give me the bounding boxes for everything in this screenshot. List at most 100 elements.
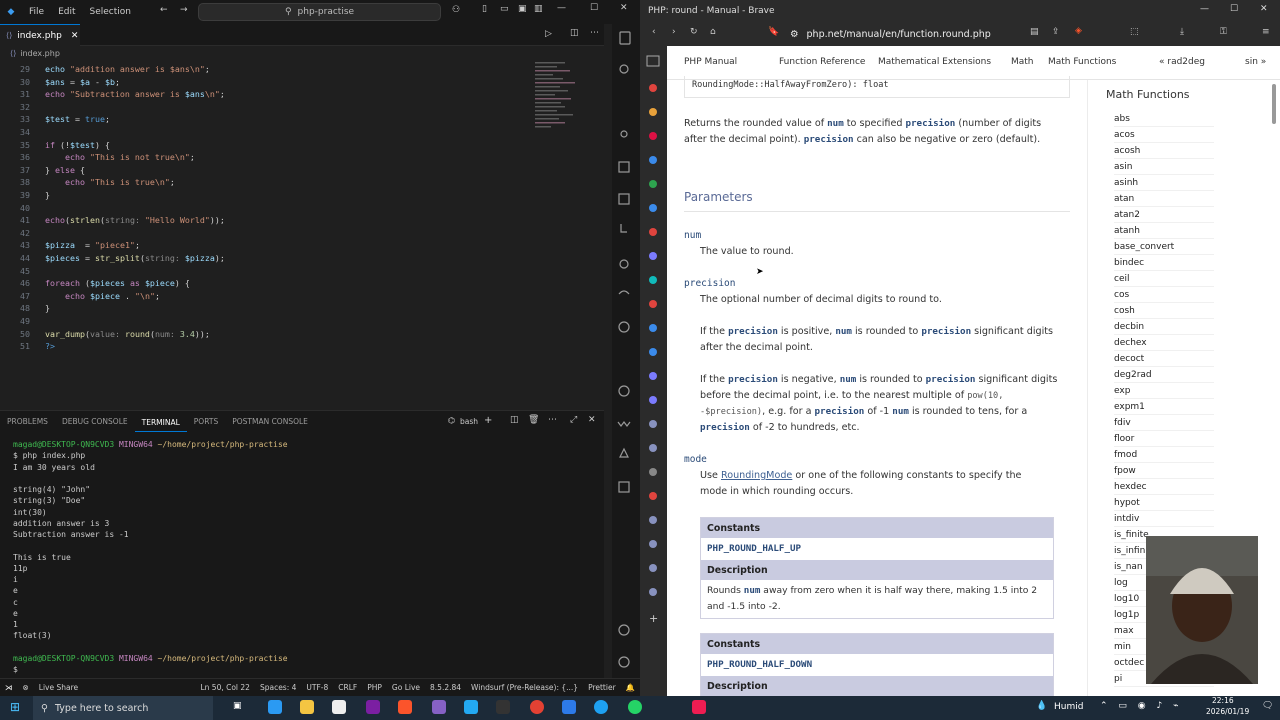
- chrome-icon[interactable]: [530, 700, 544, 714]
- go-live[interactable]: Go Live: [387, 683, 425, 692]
- sidebar-function-link[interactable]: bindec: [1114, 255, 1214, 271]
- terminal-output[interactable]: magad@DESKTOP-QN9CVD3 MINGW64 ~/home/pro…: [13, 439, 593, 675]
- sidebar-function-link[interactable]: atanh: [1114, 223, 1214, 239]
- sidebar-function-link[interactable]: hypot: [1114, 495, 1214, 511]
- notifications-icon[interactable]: 🗨: [1262, 701, 1273, 711]
- maximize-icon[interactable]: ☐: [590, 3, 598, 13]
- sidebar-function-link[interactable]: decoct: [1114, 351, 1214, 367]
- taskbar-search[interactable]: ⚲ Type here to search: [33, 696, 213, 720]
- tab-ports[interactable]: PORTS: [187, 411, 225, 433]
- weather-icon[interactable]: 💧: [1036, 701, 1047, 711]
- back-arrow-icon[interactable]: ←: [160, 5, 168, 15]
- more-actions-icon[interactable]: ⋯: [590, 28, 599, 38]
- sidebar-function-link[interactable]: cosh: [1114, 303, 1214, 319]
- extensions-icon[interactable]: ⬚: [1130, 27, 1139, 37]
- reload-icon[interactable]: ↻: [690, 27, 698, 37]
- minimize-icon[interactable]: —: [1200, 4, 1209, 14]
- app-icon[interactable]: [594, 700, 608, 714]
- address-bar[interactable]: ⚙ php.net/manual/en/function.round.php: [790, 24, 1040, 44]
- sidebar-function-link[interactable]: deg2rad: [1114, 367, 1214, 383]
- wallet-icon[interactable]: ⚿: [1220, 27, 1227, 37]
- code-line[interactable]: echo "This is not true\n";: [45, 152, 195, 162]
- code-line[interactable]: var_dump(value: round(num: 3.4));: [45, 329, 210, 339]
- code-line[interactable]: }: [45, 190, 50, 200]
- whatsapp-icon[interactable]: [628, 700, 642, 714]
- brave-shields-icon[interactable]: ◈: [1075, 26, 1082, 36]
- language-mode[interactable]: PHP: [362, 683, 387, 692]
- sidebar-function-link[interactable]: acos: [1114, 127, 1214, 143]
- rounding-mode-link[interactable]: RoundingMode: [721, 470, 792, 481]
- tab-terminal[interactable]: TERMINAL: [134, 412, 187, 432]
- live-share-status[interactable]: Live Share: [34, 683, 83, 692]
- code-line[interactable]: echo(strlen(string: "Hello World"));: [45, 215, 225, 225]
- code-line[interactable]: echo "This is true\n";: [45, 177, 175, 187]
- nav-prev[interactable]: « rad2deg: [1159, 57, 1205, 67]
- tab-index-php[interactable]: ⟨⟩ index.php ✕: [0, 24, 80, 46]
- vscode-icon[interactable]: [464, 700, 478, 714]
- sidebar-function-link[interactable]: intdiv: [1114, 511, 1214, 527]
- app-icon[interactable]: [268, 700, 282, 714]
- sidebar-function-link[interactable]: fpow: [1114, 463, 1214, 479]
- sidebar-function-link[interactable]: base_convert: [1114, 239, 1214, 255]
- sidebar-function-link[interactable]: exp: [1114, 383, 1214, 399]
- layout-sidebar-icon[interactable]: ▯: [482, 4, 487, 14]
- layout-panel-icon[interactable]: ▭: [500, 4, 509, 14]
- breadcrumb-file[interactable]: index.php: [20, 49, 60, 58]
- windsurf-status[interactable]: Windsurf (Pre-Release): {...}: [466, 683, 583, 692]
- sidebar-function-link[interactable]: asinh: [1114, 175, 1214, 191]
- code-line[interactable]: if (!$test) {: [45, 140, 110, 150]
- windows-start-icon[interactable]: ⊞: [10, 700, 20, 714]
- close-tab-icon[interactable]: ✕: [71, 31, 79, 41]
- weather-label[interactable]: Humid: [1054, 702, 1083, 712]
- layout-secondary-icon[interactable]: ▣: [518, 4, 527, 14]
- file-explorer-icon[interactable]: [300, 700, 314, 714]
- tray-icons[interactable]: ⌃ ▭ ◉ ♪ ⌁: [1100, 701, 1183, 711]
- share-icon[interactable]: ⇪: [1052, 27, 1060, 37]
- minimize-icon[interactable]: —: [557, 3, 566, 13]
- code-line[interactable]: } else {: [45, 165, 85, 175]
- code-line[interactable]: $ans = $a - $b;: [45, 77, 120, 87]
- minimap[interactable]: [533, 60, 593, 140]
- tab-postman-console[interactable]: POSTMAN CONSOLE: [225, 411, 315, 433]
- sidebar-function-link[interactable]: fmod: [1114, 447, 1214, 463]
- app-icon[interactable]: [562, 700, 576, 714]
- maximize-icon[interactable]: ☐: [1230, 4, 1238, 14]
- php-version[interactable]: 8.5.2.84: [425, 683, 466, 692]
- site-settings-icon[interactable]: ⚙: [790, 29, 799, 40]
- sidebar-function-link[interactable]: expm1: [1114, 399, 1214, 415]
- code-line[interactable]: ?>: [45, 341, 55, 351]
- indentation[interactable]: Spaces: 4: [255, 683, 301, 692]
- nav-mathematical-extensions[interactable]: Mathematical Extensions: [878, 57, 991, 67]
- app-icon[interactable]: [366, 700, 380, 714]
- layout-customize-icon[interactable]: ▥: [534, 4, 543, 14]
- code-line[interactable]: }: [45, 303, 50, 313]
- menu-icon[interactable]: ≡: [1262, 27, 1270, 37]
- sidebar-function-link[interactable]: dechex: [1114, 335, 1214, 351]
- brave-icon[interactable]: [398, 700, 412, 714]
- nav-math-functions[interactable]: Math Functions: [1048, 57, 1116, 67]
- more-actions-icon[interactable]: ⋯: [548, 415, 557, 425]
- app-icon[interactable]: [332, 700, 346, 714]
- visual-studio-icon[interactable]: [432, 700, 446, 714]
- shell-name[interactable]: bash: [460, 417, 478, 426]
- error-count-icon[interactable]: ⊗: [18, 683, 34, 692]
- notifications-bell-icon[interactable]: 🔔: [621, 683, 640, 692]
- sidebar-scrollbar[interactable]: [1272, 84, 1276, 124]
- new-terminal-icon[interactable]: +: [484, 415, 492, 426]
- maximize-panel-icon[interactable]: ⤢: [570, 415, 577, 425]
- code-editor[interactable]: 29 echo "addition answer is $ans\n"; 30 $an…: [0, 60, 604, 410]
- code-line[interactable]: echo "Subtraction answer is $ans\n";: [45, 89, 225, 99]
- sidebar-function-link[interactable]: fdiv: [1114, 415, 1214, 431]
- sidebar-function-link[interactable]: atan2: [1114, 207, 1214, 223]
- code-line[interactable]: $pizza = "piece1";: [45, 240, 140, 250]
- copilot-icon[interactable]: ⚇: [452, 5, 460, 15]
- sidebar-function-link[interactable]: hexdec: [1114, 479, 1214, 495]
- run-icon[interactable]: ▷: [545, 29, 552, 39]
- close-window-icon[interactable]: ✕: [1260, 4, 1268, 14]
- menu-selection[interactable]: Selection: [83, 7, 138, 17]
- tab-debug-console[interactable]: DEBUG CONSOLE: [55, 411, 135, 433]
- sidebar-function-link[interactable]: floor: [1114, 431, 1214, 447]
- split-editor-icon[interactable]: ◫: [570, 28, 579, 38]
- forward-icon[interactable]: ›: [672, 27, 676, 37]
- prettier-status[interactable]: Prettier: [583, 683, 621, 692]
